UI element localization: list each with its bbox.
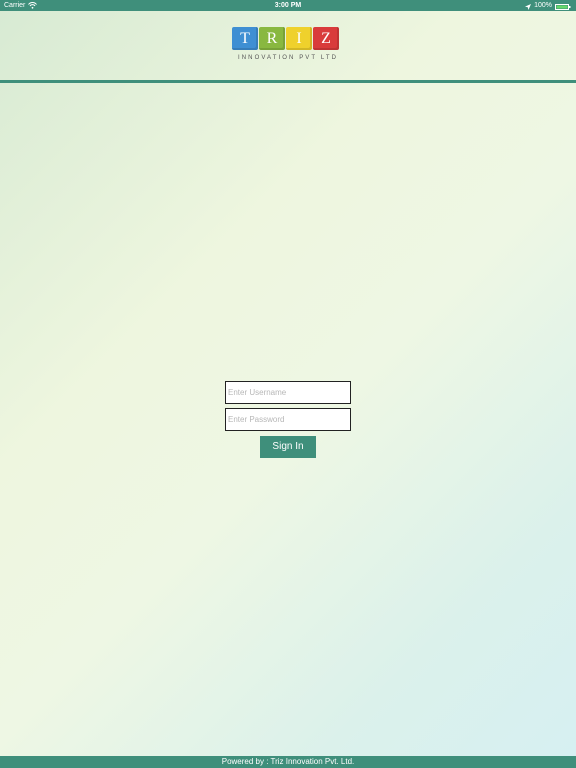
logo-tagline: INNOVATION PVT LTD [237,55,339,61]
logo-block-r: R [259,27,285,50]
battery-percentage: 100% [534,2,552,9]
footer-bar: Powered by : Triz Innovation Pvt. Ltd. [0,756,576,768]
login-form: Sign In [225,381,351,458]
triz-logo: T R I Z INNOVATION PVT LTD [232,27,344,67]
battery-icon [555,3,571,10]
logo-block-i: I [286,27,312,50]
logo-block-z: Z [313,27,339,50]
logo-blocks: T R I Z [232,27,344,51]
status-bar: Carrier 3:00 PM 100% [0,0,576,11]
header-divider [0,80,576,83]
status-right: 100% [525,0,571,11]
logo-block-t: T [232,27,258,50]
location-arrow-icon [525,3,532,10]
password-input[interactable] [225,408,351,431]
sign-in-button[interactable]: Sign In [260,436,316,458]
username-input[interactable] [225,381,351,404]
status-time: 3:00 PM [274,2,302,9]
app-header: T R I Z INNOVATION PVT LTD [0,11,576,80]
